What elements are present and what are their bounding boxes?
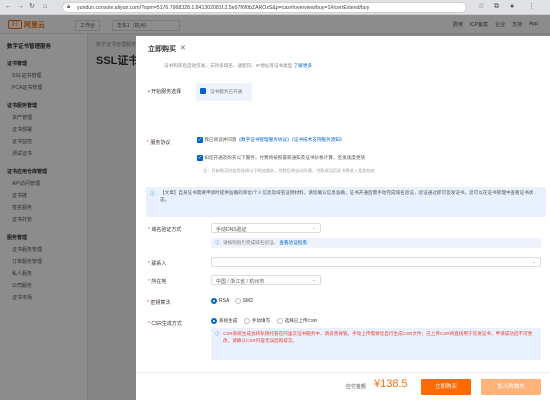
algorithm-label: * 密钥算法 [147,300,171,306]
radio-csr-upload[interactable]: 选择已上传CSR [276,318,317,324]
agree-checkbox-2[interactable]: ✓ [197,155,203,161]
drawer-tip: 证书购买后自动签发，支持多域名、通配符、IP地址等证书类型 了解更多 [164,63,313,68]
info-icon: ⓘ [215,331,220,336]
info-banner: ⓘ 【文章】自身证书需要申请时提供准确的单位/个人信息及域名证明材料，请您确认信… [146,187,546,217]
csr-label: * CSR生成方式 [148,321,182,327]
service-icon [200,88,206,94]
home-icon[interactable]: ⌂ [43,3,47,11]
profile-icon[interactable]: ● [510,3,514,11]
drawer-footer: 应付金额 ¥138.5 立即购买 加入购物车 [136,372,550,400]
info-icon: ⓘ [150,191,156,197]
contact-label: * 联系人 [148,261,167,267]
learn-more-link[interactable]: 了解更多 [294,63,312,68]
radio-rsa[interactable]: RSA [211,298,229,304]
extensions-icon[interactable]: ⧉ [494,3,499,11]
open-service-card[interactable]: 证书服务已开通 [196,83,252,101]
agree-row-1: ✓ 我已阅读并同意《数字证书管理服务协议》《证书技术支持服务须知》 [197,137,345,143]
price-value: ¥138.5 [374,378,408,390]
algorithm-section: * 密钥算法 RSA SM2 [140,293,272,310]
agree-note: 注：开始购买时若您选择以下附加服务，付款后将自动开通，付款成功后证书将进入签发状… [203,168,375,173]
arrow-right-icon[interactable]: → [17,3,24,11]
add-to-cart-button[interactable]: 加入购物车 [481,379,541,395]
browser-toolbar: ← → ↻ ⌂ 🔒︎ yundun.console.aliyun.com/?sp… [0,0,550,15]
arrow-left-icon[interactable]: ← [5,3,12,11]
contact-select[interactable]: ⌄ [211,257,541,267]
csr-options: 系统生成 手动填写 选择已上传CSR [211,318,317,324]
agreement-link[interactable]: 《数字证书管理服务协议》《证书技术支持服务须知》 [236,137,344,142]
radio-sm2[interactable]: SM2 [234,298,253,304]
chevron-down-icon: ⌄ [311,277,316,283]
close-icon[interactable]: ✕ [180,44,186,52]
address-bar[interactable]: 🔒︎ yundun.console.aliyun.com/?spm=5176.7… [62,2,467,13]
location-label: * 所在地 [148,279,167,285]
agree-row-2: ✓ 如您开通及购买以下服务，付费将按照最新通知及证书价格计算，签发速度更快 [197,155,366,161]
service-label: * 服务协议 [147,140,171,146]
info-icon: ⓘ [215,240,220,245]
domain-label: * 域名验证方式 [148,227,182,233]
refresh-icon[interactable]: ↻ [29,3,35,11]
open-service-tip: 证书服务已开通 [210,89,243,94]
csr-note: ⓘ CSR系统生成会将私钥托管在阿里云证书服务中，请妥善保管。手动上传需要您自行… [211,328,541,360]
domain-hint: ⓘ 请按照指引完成域名验证。 查看验证指南 [211,238,541,248]
star-icon[interactable]: ☆ [478,3,484,11]
location-select[interactable]: 中国 / 浙江省 / 杭州市 ⌄ [211,275,321,285]
domain-select[interactable]: 手动DNS验证 ⌄ [211,223,321,233]
service-agreement-section: * 服务协议 ✓ 我已阅读并同意《数字证书管理服务协议》《证书技术支持服务须知》… [140,132,422,180]
drawer-title: 立即购买 [148,46,176,53]
price-label: 应付金额 [346,384,367,390]
radio-csr-system[interactable]: 系统生成 [211,318,237,324]
more-icon[interactable]: ⋮ [528,3,535,11]
radio-csr-manual[interactable]: 手动填写 [243,318,270,324]
open-service-label: • 开始服务选择 [148,89,182,95]
guide-link[interactable]: 查看验证指南 [279,240,307,245]
chevron-down-icon: ⌄ [311,225,316,231]
purchase-drawer: 立即购买 ✕ 证书购买后自动签发，支持多域名、通配符、IP地址等证书类型 了解更… [136,36,550,400]
chevron-down-icon: ⌄ [531,259,536,265]
url-text: yundun.console.aliyun.com/?spm=5176.7968… [77,5,370,11]
agree-checkbox-1[interactable]: ✓ [197,137,203,143]
lock-icon: 🔒︎ [67,4,71,10]
buy-now-button[interactable]: 立即购买 [421,379,471,395]
algorithm-options: RSA SM2 [211,298,253,304]
